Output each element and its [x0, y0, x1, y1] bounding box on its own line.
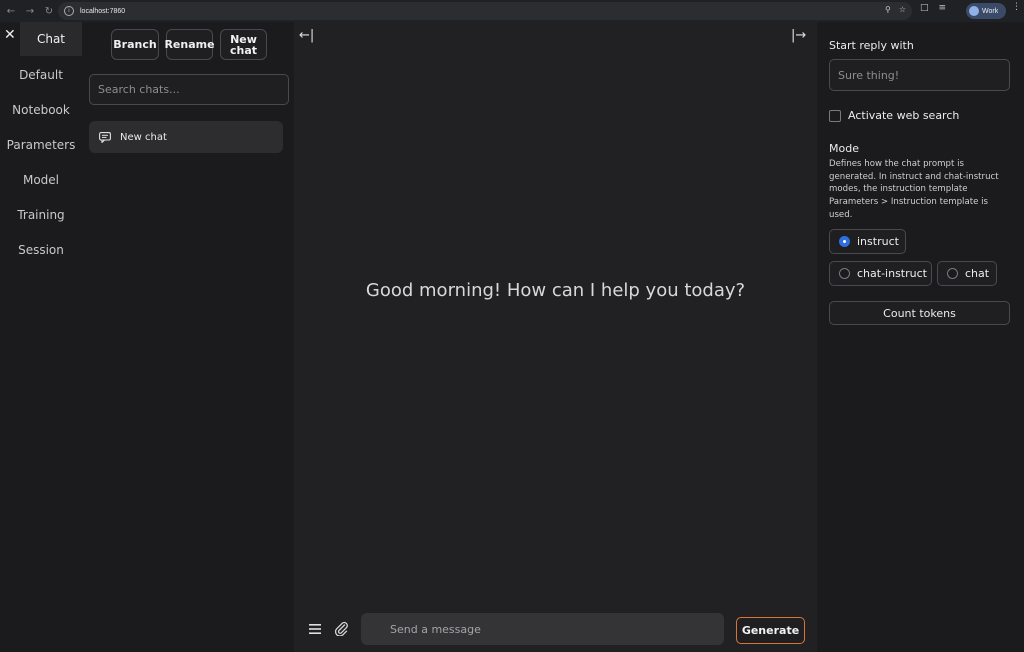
chat-bubble-icon [99, 131, 111, 143]
browser-toolbar: ← → ↻ i localhost:7860 ⚲ ☆ □ ≡ Work ⋮ [0, 0, 1024, 22]
profile-button[interactable]: Work [966, 3, 1006, 19]
start-reply-input[interactable] [830, 60, 1009, 90]
radio-chat[interactable] [947, 268, 958, 279]
chat-main-area: ←| |→ Good morning! How can I help you t… [294, 22, 817, 652]
mode-label: Mode [829, 142, 859, 155]
mode-option-label: chat [965, 267, 990, 280]
chat-list-item[interactable]: New chat [89, 121, 283, 153]
chat-options-panel: Start reply with Activate web search Mod… [817, 22, 1024, 652]
start-reply-field [829, 59, 1010, 91]
chat-list-item-label: New chat [120, 131, 167, 143]
profile-avatar-icon [969, 6, 979, 16]
rename-button[interactable]: Rename [164, 29, 215, 60]
new-chat-button[interactable]: New chat [220, 29, 267, 60]
greeting-text: Good morning! How can I help you today? [365, 280, 746, 301]
profile-name: Work [982, 7, 999, 15]
tab-parameters[interactable]: Parameters [0, 128, 82, 162]
tab-model[interactable]: Model [0, 163, 82, 197]
mode-option-chat[interactable]: chat [937, 261, 997, 286]
collapse-right-icon[interactable]: |→ [791, 28, 806, 43]
extensions-icon[interactable]: □ [920, 3, 929, 13]
app: ✕ Chat Default Notebook Parameters Model… [0, 22, 1024, 652]
new-chat-label-line1: New [230, 32, 257, 46]
back-icon[interactable]: ← [3, 3, 19, 19]
tab-session[interactable]: Session [0, 233, 82, 267]
mode-option-label: chat-instruct [857, 267, 927, 280]
radio-chat-instruct[interactable] [839, 268, 850, 279]
new-chat-label-line2: chat [229, 43, 258, 57]
message-input[interactable] [361, 613, 724, 645]
search-chats-field [89, 74, 289, 105]
count-tokens-button[interactable]: Count tokens [829, 301, 1010, 325]
mode-description: Defines how the chat prompt is generated… [829, 159, 999, 220]
web-search-label: Activate web search [848, 109, 960, 122]
close-sidebar-icon[interactable]: ✕ [4, 28, 18, 42]
reload-icon[interactable]: ↻ [41, 3, 57, 19]
bookmark-star-icon[interactable]: ☆ [899, 5, 906, 14]
tab-notebook[interactable]: Notebook [0, 93, 82, 127]
chat-history-panel: Branch Rename New chat New chat [82, 22, 294, 652]
address-bar[interactable]: i localhost:7860 ⚲ ☆ [58, 2, 912, 20]
branch-button[interactable]: Branch [111, 29, 159, 60]
message-field [361, 613, 724, 645]
mode-option-instruct[interactable]: instruct [829, 229, 906, 254]
tab-chat[interactable]: Chat [20, 22, 82, 56]
tab-default[interactable]: Default [0, 58, 82, 92]
mode-option-label: instruct [857, 235, 899, 248]
collapse-left-icon[interactable]: ←| [299, 28, 314, 43]
forward-icon[interactable]: → [22, 3, 38, 19]
mode-option-chat-instruct[interactable]: chat-instruct [829, 261, 932, 286]
main-tabs: ✕ Chat Default Notebook Parameters Model… [0, 22, 82, 652]
radio-instruct[interactable] [839, 236, 850, 247]
generate-button[interactable]: Generate [736, 617, 805, 644]
start-reply-label: Start reply with [829, 39, 914, 52]
url-text: localhost:7860 [80, 7, 126, 15]
paperclip-icon[interactable] [334, 620, 348, 636]
tab-training[interactable]: Training [0, 198, 82, 232]
site-info-icon[interactable]: i [64, 6, 74, 16]
hamburger-menu-icon[interactable] [309, 624, 321, 634]
browser-menu-icon[interactable]: ⋮ [1012, 3, 1021, 12]
search-chats-input[interactable] [90, 75, 288, 104]
web-search-option[interactable]: Activate web search [829, 109, 959, 122]
zoom-icon[interactable]: ⚲ [885, 5, 891, 14]
web-search-checkbox[interactable] [829, 109, 841, 122]
media-icon[interactable]: ≡ [939, 3, 947, 13]
